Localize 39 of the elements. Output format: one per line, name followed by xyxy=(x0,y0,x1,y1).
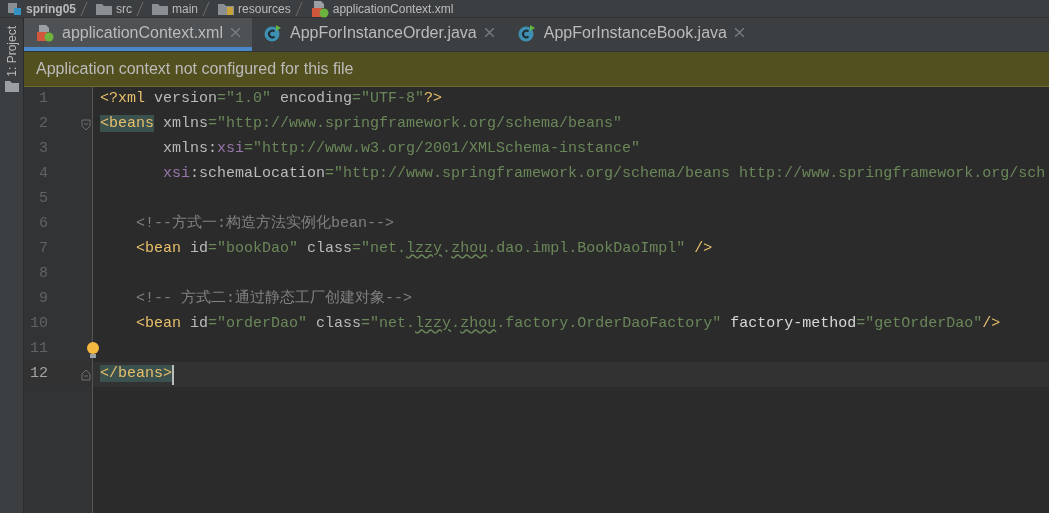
close-icon[interactable] xyxy=(230,28,240,37)
module-icon xyxy=(8,2,22,15)
breadcrumb-item[interactable]: spring05 xyxy=(26,1,76,16)
class-icon xyxy=(517,23,536,42)
separator-icon xyxy=(136,1,144,16)
resources-folder-icon xyxy=(218,2,235,15)
fold-icon[interactable] xyxy=(81,368,91,381)
code-line: <beans xmlns="http://www.springframework.org/schema/beans" xyxy=(100,114,623,135)
editor-tab[interactable]: AppForInstanceOrder.java xyxy=(251,18,506,51)
spring-xml-icon xyxy=(36,23,54,42)
code-line: <!--方式一:构造方法实例化bean--> xyxy=(136,213,395,235)
separator-icon xyxy=(294,1,303,16)
breadcrumb-item[interactable]: main xyxy=(172,1,199,16)
code-line: <!-- 方式二:通过静态工厂创建对象--> xyxy=(136,288,412,310)
separator-icon xyxy=(80,1,88,16)
spring-xml-icon xyxy=(310,0,329,18)
breadcrumb-item[interactable]: src xyxy=(116,1,132,16)
close-icon[interactable] xyxy=(734,28,744,37)
banner-text: Application context not configured for this file xyxy=(36,59,354,79)
editor-tab[interactable]: AppForInstanceBook.java xyxy=(505,18,756,51)
folder-icon xyxy=(4,80,19,92)
code-line: xmlns:xsi="http://www.w3.org/2001/XMLSchema-instance" xyxy=(163,139,641,160)
lightbulb-icon[interactable] xyxy=(86,340,100,359)
folder-icon xyxy=(96,2,112,15)
folder-icon xyxy=(152,2,168,15)
close-icon[interactable] xyxy=(484,28,494,37)
text-cursor xyxy=(172,364,174,385)
fold-icon[interactable] xyxy=(81,118,91,131)
code-line: <bean id="orderDao" class="net.lzzy.zhou.factory.OrderDaoFactory" factory-method="getOrderDao"/> xyxy=(136,314,1001,335)
breadcrumb-item[interactable]: resources xyxy=(238,1,291,16)
code-line: <bean id="bookDao" class="net.lzzy.zhou.dao.impl.BookDaoImpl" /> xyxy=(136,239,713,260)
separator-icon xyxy=(202,1,211,16)
line-number: 12 xyxy=(29,364,48,385)
code-line: <?xml version="1.0" encoding="UTF-8"?> xyxy=(100,89,443,110)
editor-tab[interactable]: applicationContext.xml xyxy=(24,18,252,51)
code-line: xsi:schemaLocation="http://www.springframework.org/schema/beans http://www.springframework.org/sch xyxy=(163,164,1046,185)
project-tool-button[interactable]: 1: Project xyxy=(2,26,21,77)
class-icon xyxy=(263,23,282,42)
breadcrumb-item[interactable]: applicationContext.xml xyxy=(332,1,454,16)
